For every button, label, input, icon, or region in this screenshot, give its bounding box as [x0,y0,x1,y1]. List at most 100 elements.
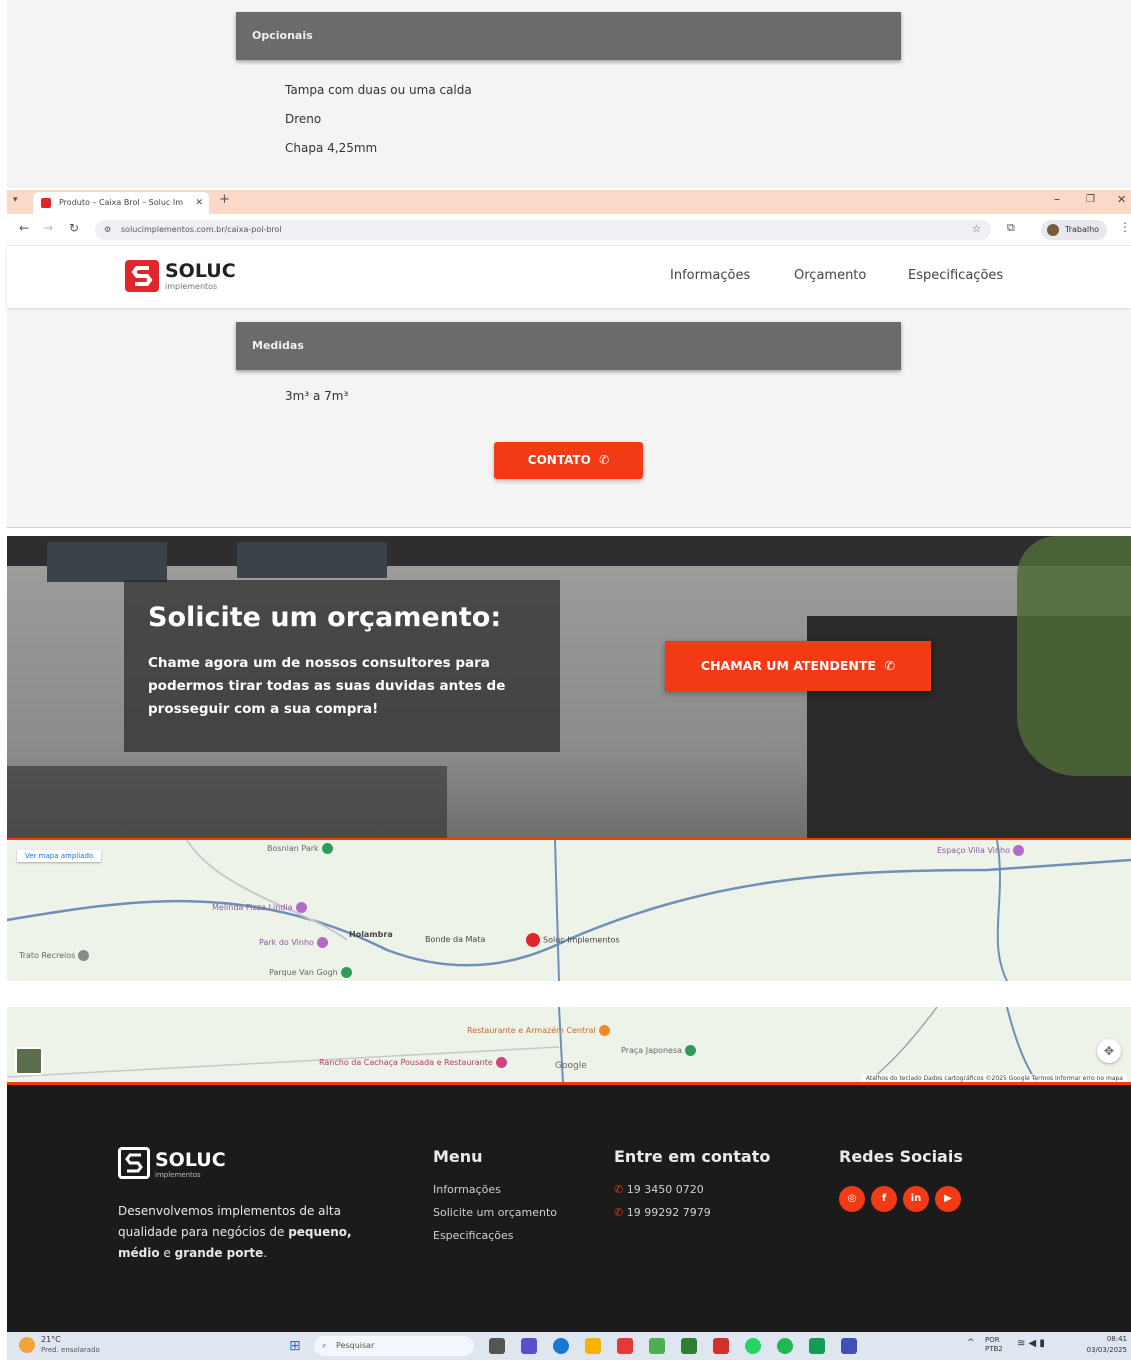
view-larger-map-link[interactable]: Ver mapa ampliado [17,850,102,862]
contato-button[interactable]: CONTATO ✆ [494,442,643,479]
map-place-label: Restaurante e Armazém Central [467,1026,596,1035]
map-place-label: Parque Van Gogh [269,968,338,977]
app-icon[interactable] [681,1338,697,1354]
nav-orcamento[interactable]: Orçamento [794,268,866,283]
extensions-icon[interactable]: ⧉ [1007,221,1015,235]
instagram-icon[interactable]: ◎ [839,1186,865,1212]
close-window-icon[interactable]: ✕ [1117,193,1126,206]
site-footer: SOLUC implementos Desenvolvemos implemen… [7,1085,1131,1332]
language-indicator[interactable]: POR PTB2 [985,1336,1003,1354]
site-header: SOLUC implementos Informações Orçamento … [7,246,1131,308]
weather-temp: 21°C [41,1335,61,1344]
app-icon[interactable] [841,1338,857,1354]
whatsapp-icon[interactable] [745,1338,761,1354]
map-place[interactable]: Restaurante e Armazém Central [467,1025,613,1036]
map-place[interactable]: Bosnian Park [267,843,336,854]
map-embed-lower[interactable]: Restaurante e Armazém Central Rancho da … [7,1007,1131,1083]
profile-button[interactable]: Trabalho [1041,220,1107,240]
google-logo: Google [555,1061,587,1071]
phone-icon: ✆ [614,1206,627,1219]
map-place[interactable]: Park do Vinho [259,937,331,948]
description-text: . [263,1246,268,1260]
park-pin-icon [321,843,333,854]
footer-contact-title: Entre em contato [614,1147,771,1166]
map-place[interactable]: Espaço Villa Vinho [937,845,1027,856]
app-icon[interactable] [713,1338,729,1354]
clock-date[interactable]: 03/03/2025 [1077,1346,1127,1354]
logo-text[interactable]: SOLUC [165,260,236,282]
tree [1017,536,1131,776]
map-place[interactable]: Praça Japonesa [621,1045,699,1056]
linkedin-icon[interactable]: in [903,1186,929,1212]
task-view-icon[interactable] [489,1338,505,1354]
nav-informacoes[interactable]: Informações [670,268,750,283]
avatar [1047,224,1059,236]
map-place[interactable]: Trato Recreios [19,950,92,961]
map-place-label: Rancho da Cachaça Pousada e Restaurante [319,1058,493,1067]
bookmark-star-icon[interactable]: ☆ [972,220,981,240]
footer-logo-text[interactable]: SOLUC [155,1149,226,1171]
soluc-logo-icon[interactable] [118,1147,150,1179]
footer-social-title: Redes Sociais [839,1147,963,1166]
back-icon[interactable]: ← [19,221,29,235]
clock-time[interactable]: 08:41 [1089,1335,1127,1343]
weather-icon[interactable] [19,1337,35,1353]
address-bar[interactable]: ⚙ solucimplementos.com.br/caixa-pol-brol… [95,220,991,240]
app-icon[interactable] [617,1338,633,1354]
profile-label: Trabalho [1065,225,1100,234]
satellite-toggle-icon[interactable] [15,1047,43,1075]
new-tab-icon[interactable]: + [219,192,230,207]
restore-icon[interactable]: ❐ [1086,194,1095,205]
site-info-icon[interactable]: ⚙ [104,220,111,240]
whatsapp-icon: ✆ [595,453,610,467]
minimize-icon[interactable]: – [1054,192,1060,206]
browser-toolbar: ← → ↻ ⚙ solucimplementos.com.br/caixa-po… [7,214,1131,246]
close-tab-icon[interactable]: ✕ [195,192,203,214]
edge-icon[interactable] [553,1338,569,1354]
browser-tab[interactable]: Produto – Caixa Brol – Soluc Im ✕ [33,192,209,214]
opcional-item: Dreno [285,112,322,126]
forward-icon[interactable]: → [43,221,53,235]
search-placeholder: Pesquisar [336,1341,375,1350]
poi-pin-icon [295,902,307,913]
chamar-atendente-button[interactable]: CHAMAR UM ATENDENTE ✆ [665,641,931,691]
map-place[interactable]: Melinda Pizza Lindia [212,902,310,913]
nav-especificacoes[interactable]: Especificações [908,268,1003,283]
map-place-label: Bosnian Park [267,844,319,853]
favicon-icon [41,198,51,208]
railing [7,766,447,840]
chat-icon[interactable] [521,1338,537,1354]
park-pin-icon [685,1045,697,1056]
cta-label: CHAMAR UM ATENDENTE [700,658,876,673]
spotify-icon[interactable] [777,1338,793,1354]
map-place-label: Trato Recreios [19,951,76,960]
footer-menu-title: Menu [433,1147,483,1166]
facebook-icon[interactable]: f [871,1186,897,1212]
tab-list-icon[interactable]: ▾ [13,195,18,205]
opcionais-header[interactable]: Opcionais [236,12,901,60]
soluc-logo-icon[interactable] [125,260,159,292]
file-explorer-icon[interactable] [585,1338,601,1354]
footer-phone[interactable]: ✆ 19 3450 0720 [614,1183,704,1196]
map-embed[interactable]: Ver mapa ampliado Bosnian Park Melinda P… [7,840,1131,981]
windows-start-icon[interactable]: ⊞ [289,1338,301,1354]
taskbar-search[interactable]: ⌕ Pesquisar [314,1336,474,1356]
medidas-header[interactable]: Medidas [236,322,901,370]
wifi-volume-battery-icon[interactable]: ≋ ◀ ▮ [1017,1338,1045,1349]
reload-icon[interactable]: ↻ [69,221,79,235]
map-place[interactable]: Rancho da Cachaça Pousada e Restaurante [319,1057,510,1068]
footer-link-orcamento[interactable]: Solicite um orçamento [433,1206,557,1219]
footer-link-informacoes[interactable]: Informações [433,1183,501,1196]
app-icon[interactable] [809,1338,825,1354]
map-place[interactable]: Parque Van Gogh [269,967,355,978]
chevron-up-icon[interactable]: ^ [967,1338,975,1348]
soluc-map-marker[interactable]: Soluc Implementos [523,933,620,947]
youtube-icon[interactable]: ▶ [935,1186,961,1212]
map-drag-icon[interactable]: ✥ [1097,1039,1121,1063]
footer-link-especificacoes[interactable]: Especificações [433,1229,514,1242]
description-text: e [159,1246,175,1260]
logo-subtext: implementos [165,282,218,291]
chrome-icon[interactable] [649,1338,665,1354]
footer-phone[interactable]: ✆ 19 99292 7979 [614,1206,711,1219]
menu-kebab-icon[interactable]: ⋮ [1119,220,1131,234]
